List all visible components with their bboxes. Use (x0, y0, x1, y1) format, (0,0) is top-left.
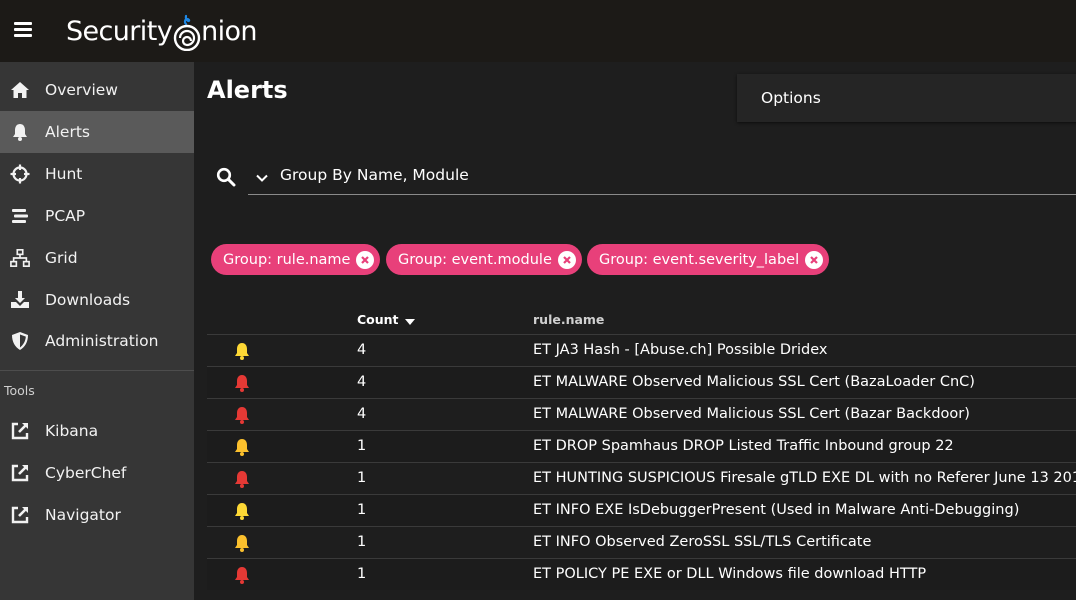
bell-icon (233, 438, 251, 456)
sidebar-divider (0, 370, 194, 371)
table-row[interactable]: 4 ET MALWARE Observed Malicious SSL Cert … (207, 366, 1076, 398)
table-row[interactable]: 1 ET HUNTING SUSPICIOUS Firesale gTLD EXE… (207, 462, 1076, 494)
count-cell: 4 (357, 342, 367, 358)
options-expansion-panel[interactable]: Options (737, 74, 1076, 122)
rule-name-cell[interactable]: ET INFO Observed ZeroSSL SSL/TLS Certifi… (533, 534, 871, 550)
home-icon (10, 80, 30, 100)
count-cell: 1 (357, 534, 367, 550)
bell-icon (233, 470, 251, 488)
crosshairs-icon (10, 164, 30, 184)
page-title: Alerts (207, 76, 288, 104)
sidebar-item-kibana[interactable]: Kibana (0, 410, 194, 452)
column-header-label: Count (357, 312, 399, 327)
bell-icon (233, 566, 251, 584)
query-select[interactable]: Group By Name, Module (248, 156, 1076, 195)
download-icon (10, 290, 30, 310)
sidebar-item-label: Grid (45, 249, 78, 267)
table-row[interactable]: 1 ET POLICY PE EXE or DLL Windows file do… (207, 558, 1076, 590)
external-link-icon (10, 505, 30, 525)
rule-name-cell[interactable]: ET INFO EXE IsDebuggerPresent (Used in M… (533, 502, 1019, 518)
sidebar-item-alerts[interactable]: Alerts (0, 111, 194, 153)
top-app-bar: Security nion (0, 0, 1076, 62)
sidebar-item-label: CyberChef (45, 464, 127, 482)
sidebar-item-label: Kibana (45, 422, 99, 440)
group-chip-rule-name[interactable]: Group: rule.name (211, 244, 381, 275)
navigation-drawer: Overview Alerts Hunt PCAP Grid Downloads (0, 62, 194, 600)
security-onion-logo: Security nion (66, 8, 258, 54)
bell-icon (10, 122, 30, 142)
bell-icon (233, 374, 251, 392)
chip-label: Group: event.module (398, 251, 552, 268)
sidebar-item-pcap[interactable]: PCAP (0, 195, 194, 237)
table-row[interactable]: 4 ET JA3 Hash - [Abuse.ch] Possible Dride… (207, 334, 1076, 366)
sidebar-item-navigator[interactable]: Navigator (0, 494, 194, 536)
rule-name-cell[interactable]: ET POLICY PE EXE or DLL Windows file dow… (533, 566, 926, 582)
external-link-icon (10, 421, 30, 441)
options-label: Options (761, 89, 821, 107)
sidebar-item-label: PCAP (45, 207, 86, 225)
chip-label: Group: rule.name (223, 251, 351, 268)
sidebar-item-label: Downloads (45, 291, 131, 309)
sidebar-item-grid[interactable]: Grid (0, 237, 194, 279)
chip-label: Group: event.severity_label (599, 251, 800, 268)
count-cell: 1 (357, 470, 367, 486)
table-row[interactable]: 1 ET DROP Spamhaus DROP Listed Traffic In… (207, 430, 1076, 462)
rule-name-cell[interactable]: ET JA3 Hash - [Abuse.ch] Possible Dridex (533, 342, 827, 358)
query-value: Group By Name, Module (280, 166, 469, 184)
sidebar-item-downloads[interactable]: Downloads (0, 279, 194, 321)
count-cell: 1 (357, 566, 367, 582)
sidebar-item-label: Overview (45, 81, 118, 99)
stream-icon (10, 206, 30, 226)
chevron-down-icon[interactable] (254, 170, 270, 186)
sidebar-item-overview[interactable]: Overview (0, 69, 194, 111)
close-icon[interactable] (805, 250, 824, 269)
sidebar-item-label: Hunt (45, 165, 83, 183)
close-icon[interactable] (356, 250, 375, 269)
bell-icon (233, 502, 251, 520)
rule-name-cell[interactable]: ET MALWARE Observed Malicious SSL Cert (… (533, 374, 975, 390)
count-cell: 1 (357, 438, 367, 454)
count-cell: 4 (357, 406, 367, 422)
rule-name-cell[interactable]: ET HUNTING SUSPICIOUS Firesale gTLD EXE … (533, 470, 1076, 486)
column-header-count[interactable]: Count (357, 312, 415, 327)
bell-icon (233, 406, 251, 424)
shield-icon (10, 331, 30, 351)
tools-subheader: Tools (4, 383, 35, 398)
count-cell: 1 (357, 502, 367, 518)
sidebar-item-cyberchef[interactable]: CyberChef (0, 452, 194, 494)
table-row[interactable]: 1 ET INFO EXE IsDebuggerPresent (Used in … (207, 494, 1076, 526)
group-chip-event-severity-label[interactable]: Group: event.severity_label (587, 244, 830, 275)
sidebar-item-administration[interactable]: Administration (0, 320, 194, 362)
sort-descending-icon (404, 318, 415, 325)
bell-icon (233, 342, 251, 360)
sidebar-item-label: Administration (45, 332, 159, 350)
table-row[interactable]: 1 ET INFO Observed ZeroSSL SSL/TLS Certif… (207, 526, 1076, 558)
hamburger-menu-icon[interactable] (14, 22, 32, 40)
rule-name-cell[interactable]: ET MALWARE Observed Malicious SSL Cert (… (533, 406, 970, 422)
bell-icon (233, 534, 251, 552)
close-icon[interactable] (557, 250, 576, 269)
onion-logo-icon (173, 11, 201, 52)
alerts-main-content: Alerts Options Group By Name, Module Gro… (194, 62, 1076, 600)
rule-name-cell[interactable]: ET DROP Spamhaus DROP Listed Traffic Inb… (533, 438, 954, 454)
search-icon[interactable] (216, 167, 238, 189)
sidebar-item-hunt[interactable]: Hunt (0, 153, 194, 195)
external-link-icon (10, 463, 30, 483)
table-row[interactable]: 4 ET MALWARE Observed Malicious SSL Cert … (207, 398, 1076, 430)
group-chip-event-module[interactable]: Group: event.module (386, 244, 582, 275)
sidebar-item-label: Navigator (45, 506, 121, 524)
count-cell: 4 (357, 374, 367, 390)
sidebar-item-label: Alerts (45, 123, 90, 141)
sitemap-icon (10, 248, 30, 268)
column-header-rule-name[interactable]: rule.name (533, 312, 604, 327)
